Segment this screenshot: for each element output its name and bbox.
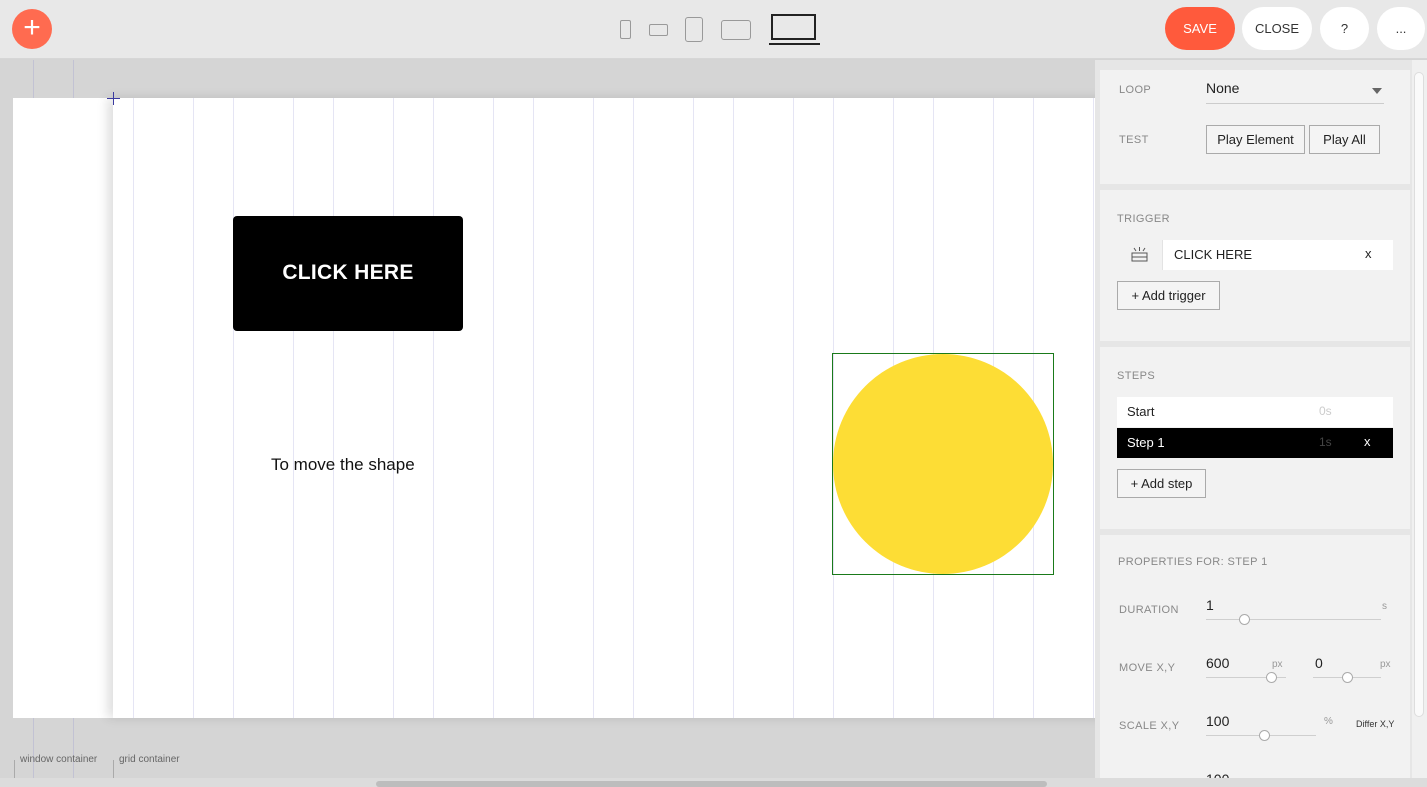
add-step-button[interactable]: + Add step <box>1117 469 1206 498</box>
remove-trigger-button[interactable]: x <box>1365 246 1372 261</box>
save-button[interactable]: SAVE <box>1165 7 1235 50</box>
close-button[interactable]: CLOSE <box>1242 7 1312 50</box>
add-element-button[interactable]: + <box>12 9 52 49</box>
duration-unit: s <box>1382 601 1387 612</box>
desktop-icon[interactable] <box>771 14 816 40</box>
panel-scroll-thumb[interactable] <box>1414 72 1424 717</box>
click-trigger-icon <box>1117 240 1163 270</box>
chevron-down-icon <box>1372 88 1382 94</box>
differ-xy-toggle[interactable]: Differ X,Y <box>1356 719 1394 729</box>
loop-select[interactable]: None <box>1206 80 1384 104</box>
move-x-value[interactable]: 600 <box>1206 655 1229 671</box>
scale-x-slider-knob[interactable] <box>1259 730 1270 741</box>
play-element-button[interactable]: Play Element <box>1206 125 1305 154</box>
desktop-active-underline <box>769 43 820 45</box>
trigger-item[interactable]: CLICK HERE x <box>1117 240 1393 270</box>
step-name: Start <box>1127 404 1155 419</box>
top-toolbar: + SAVE CLOSE ? ... <box>0 0 1427 59</box>
trigger-item-label: CLICK HERE <box>1174 247 1253 262</box>
panel-scrollbar[interactable] <box>1412 60 1427 778</box>
properties-card: PROPERTIES FOR: STEP 1 DURATION 1 s MOVE… <box>1100 535 1410 778</box>
window-container-label: window container <box>14 755 97 778</box>
move-label: MOVE X,Y <box>1119 662 1176 674</box>
steps-card: STEPS Start 0s Step 1 1s x + Add step <box>1100 347 1410 529</box>
step-time: 1s <box>1319 435 1332 449</box>
playback-card: LOOP None TEST Play Element Play All <box>1100 70 1410 184</box>
scale-x-value[interactable]: 100 <box>1206 713 1229 729</box>
origin-crosshair-icon <box>107 92 120 105</box>
tablet-portrait-icon[interactable] <box>685 17 703 42</box>
horizontal-scroll-thumb[interactable] <box>376 781 1047 787</box>
remove-step-button[interactable]: x <box>1364 434 1371 449</box>
duration-slider[interactable] <box>1206 619 1381 620</box>
duration-slider-knob[interactable] <box>1239 614 1250 625</box>
horizontal-scrollbar[interactable] <box>0 778 1427 787</box>
phone-landscape-icon[interactable] <box>649 24 668 36</box>
help-button[interactable]: ? <box>1320 7 1369 50</box>
scale-x-unit: % <box>1324 716 1333 727</box>
loop-value: None <box>1206 80 1240 96</box>
play-all-button[interactable]: Play All <box>1309 125 1380 154</box>
step-row-start[interactable]: Start 0s <box>1117 397 1393 427</box>
move-y-slider-knob[interactable] <box>1342 672 1353 683</box>
properties-title: PROPERTIES FOR: STEP 1 <box>1118 556 1268 568</box>
steps-label: STEPS <box>1117 370 1156 382</box>
circle-shape-selection[interactable] <box>832 353 1054 575</box>
scale-label: SCALE X,Y <box>1119 720 1180 732</box>
move-x-slider-knob[interactable] <box>1266 672 1277 683</box>
canvas-workspace: CLICK HERE To move the shape window cont… <box>0 60 1095 778</box>
animation-panel: LOOP None TEST Play Element Play All TRI… <box>1095 60 1427 778</box>
step-time: 0s <box>1319 404 1332 418</box>
tablet-landscape-icon[interactable] <box>721 20 751 40</box>
click-here-button[interactable]: CLICK HERE <box>233 216 463 331</box>
phone-portrait-icon[interactable] <box>620 20 631 39</box>
add-trigger-button[interactable]: + Add trigger <box>1117 281 1220 310</box>
move-y-value[interactable]: 0 <box>1315 655 1323 671</box>
step-row-step1[interactable]: Step 1 1s x <box>1117 428 1393 458</box>
trigger-label: TRIGGER <box>1117 213 1170 225</box>
grid-container-label: grid container <box>113 755 180 778</box>
trigger-card: TRIGGER CLICK HERE x + Add trigger <box>1100 190 1410 341</box>
test-label: TEST <box>1119 134 1149 146</box>
move-y-unit: px <box>1380 659 1391 670</box>
move-x-unit: px <box>1272 659 1283 670</box>
loop-label: LOOP <box>1119 84 1152 96</box>
next-property-value[interactable]: 100 <box>1206 771 1229 778</box>
caption-text[interactable]: To move the shape <box>271 455 415 475</box>
yellow-circle-shape[interactable] <box>833 354 1053 574</box>
more-button[interactable]: ... <box>1377 7 1425 50</box>
step-name: Step 1 <box>1127 435 1165 450</box>
duration-value[interactable]: 1 <box>1206 597 1214 613</box>
duration-label: DURATION <box>1119 604 1179 616</box>
